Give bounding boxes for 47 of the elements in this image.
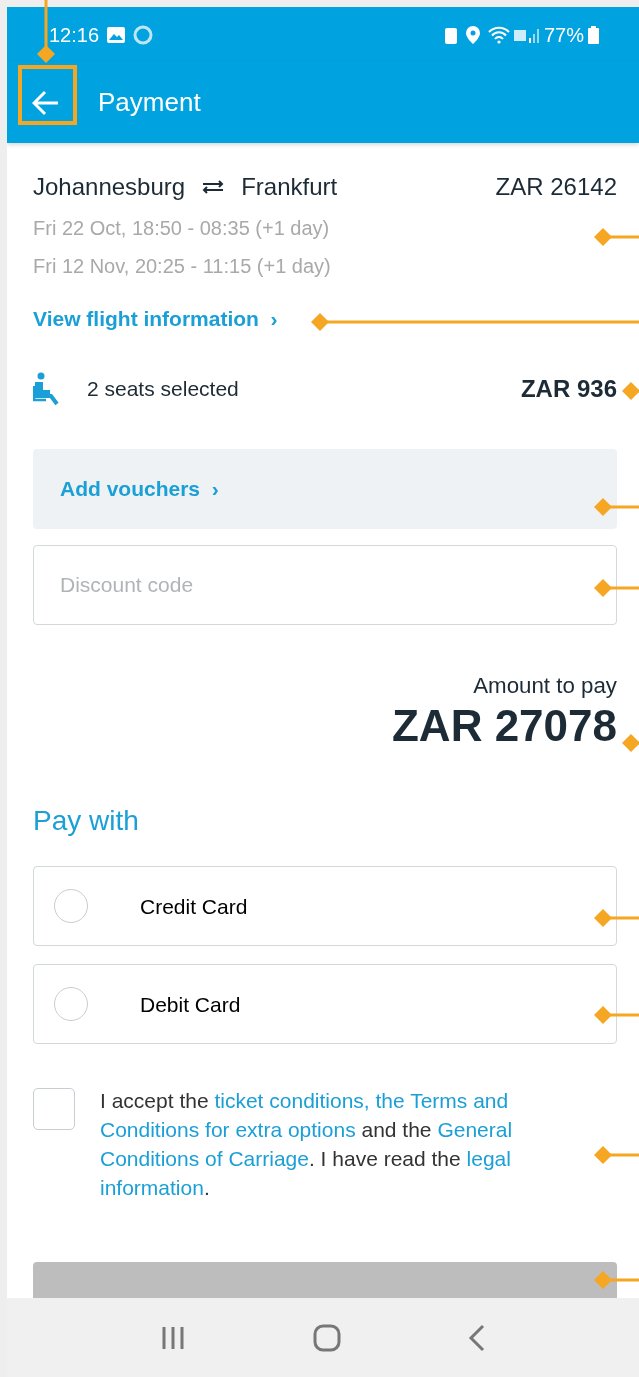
- payment-option[interactable]: Credit Card: [33, 866, 617, 947]
- amount-label: Amount to pay: [472, 671, 617, 700]
- payment-option[interactable]: Debit Card: [33, 964, 617, 1045]
- battery-icon: [588, 25, 599, 44]
- location-icon: [465, 25, 480, 44]
- battery-saver-icon: [443, 25, 458, 44]
- leader-line: [622, 734, 639, 752]
- origin-city: Johannesburg: [33, 172, 186, 202]
- agreement-checkbox[interactable]: [33, 1088, 75, 1131]
- circle-icon: [133, 24, 154, 45]
- flight-times: Fri 12 Nov, 20:25 - 11:15 (+1 day): [33, 254, 331, 279]
- leader-line: [622, 382, 639, 400]
- terms-link[interactable]: legal: [466, 1147, 511, 1171]
- view-flight-information-link[interactable]: View flight information ›: [33, 303, 278, 335]
- leader-line: [594, 1271, 639, 1289]
- flight-times: Fri 22 Oct, 18:50 - 08:35 (+1 day): [33, 216, 330, 241]
- battery-percentage: 77%: [543, 22, 584, 48]
- home-icon[interactable]: [313, 1323, 341, 1352]
- leader-line: [594, 498, 639, 516]
- image-icon: [107, 26, 126, 43]
- terms-link[interactable]: General: [437, 1118, 513, 1142]
- terms-link[interactable]: ticket conditions, the Terms and: [214, 1089, 509, 1113]
- terms-link[interactable]: Conditions for extra options: [100, 1118, 356, 1142]
- recent-apps-icon[interactable]: [160, 1325, 187, 1350]
- leader-line: [594, 909, 639, 927]
- terms-link[interactable]: information: [100, 1176, 204, 1200]
- back-nav-icon[interactable]: [467, 1323, 486, 1352]
- seats-price: ZAR 936: [520, 373, 617, 404]
- wifi-icon: [487, 25, 510, 44]
- back-icon[interactable]: [32, 89, 60, 116]
- round-trip-icon: [201, 179, 226, 195]
- trip-price: ZAR 26142: [495, 172, 617, 202]
- page-title: Payment: [98, 86, 201, 119]
- pay-with-heading: Pay with: [33, 804, 140, 839]
- leader-line: [594, 1146, 639, 1164]
- discount-code-field[interactable]: Discount code: [33, 544, 617, 625]
- highlight-frame: [18, 65, 77, 125]
- amount-total: ZAR 27078: [391, 701, 617, 751]
- leader-line: [594, 579, 639, 597]
- terms-link[interactable]: Conditions of Carriage: [100, 1147, 309, 1171]
- clock: 12:16: [49, 22, 100, 48]
- add-vouchers-button[interactable]: Add vouchers ›: [33, 448, 617, 529]
- destination-city: Frankfurt: [241, 172, 338, 202]
- agreement-text: I accept the ticket conditions, the Terms and Conditions for extra options and the General Conditions of Carriage. I have read the legal information.: [100, 1088, 514, 1202]
- leader-line: [594, 1006, 639, 1024]
- seats-selected-label: 2 seats selected: [87, 375, 239, 402]
- leader-line: [594, 228, 639, 246]
